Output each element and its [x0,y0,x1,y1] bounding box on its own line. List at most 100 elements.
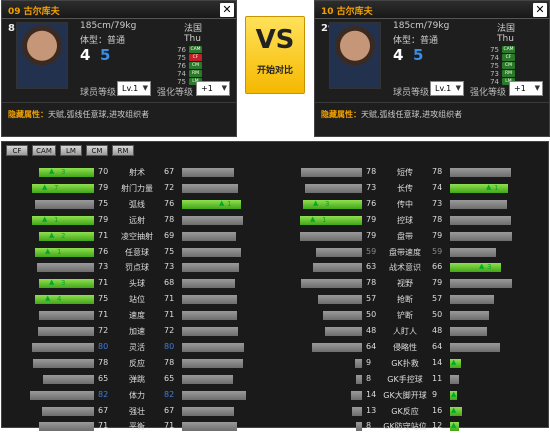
stat-value-left: 75 [98,294,109,304]
stat-value-left: 8 [366,421,372,431]
stat-row: 8 GK手控球 11 [270,374,538,386]
stat-bar-right [450,327,487,336]
stat-value-left: 79 [98,182,109,192]
arrow-up-icon: ▲ [486,182,492,191]
stat-bar-left [312,342,362,352]
stat-row: 14 GK大脚开球 9 ▲ [270,390,538,402]
stat-bar-right: ▲ [450,389,457,400]
stat-bar-right [182,358,243,368]
stat-label: 站位 [129,295,145,305]
stat-label: 速度 [129,311,145,321]
stat-row: 57 抢断 57 [270,294,538,306]
stat-row: 75 弧线 76 ▲ 1 [2,199,270,211]
enhance-level-select[interactable]: +1 ▼ [196,81,230,96]
stat-bar-right [182,231,236,241]
stat-value-left: 78 [366,167,377,176]
stat-row: 73 罚点球 73 [2,262,270,274]
tab-cf[interactable]: CF [6,145,28,156]
tab-cam[interactable]: CAM [32,145,56,156]
stat-label: 铲断 [397,311,413,321]
stat-label: GK扑救 [391,358,419,368]
stat-row: 72 加速 72 [2,326,270,338]
stat-row: 3 ▲ 70 射术 67 [2,167,270,179]
stat-bar-left: 1 ▲ [32,215,94,225]
stat-bar-right [450,215,511,225]
player-level-select[interactable]: Lv.1 ▼ [430,81,464,96]
stat-bar-right [182,247,241,257]
stat-label: 弧线 [129,199,145,209]
stat-bar-right [450,199,507,209]
position-rating: 75 [490,62,499,70]
stat-value-left: 78 [98,357,109,367]
close-icon[interactable]: ✕ [533,3,547,17]
arrow-up-icon: ▲ [451,405,457,414]
stat-label: 加速 [129,327,145,336]
stat-bar-right [450,295,494,305]
stat-value-left: 70 [98,167,109,176]
stat-value-left: 65 [98,373,109,383]
player-name: 10 古尔库夫 [321,7,373,17]
skill-level-skill-moves: 5 [100,46,111,64]
arrow-up-icon: ▲ [451,421,457,430]
position-rating: 76 [177,46,186,54]
stat-value-right: 66 [432,262,443,272]
stat-label: 体力 [129,390,145,400]
hidden-attributes-label: 隐藏属性： [8,110,48,119]
enhance-level-select[interactable]: +1 ▼ [509,81,543,96]
stat-bar-right: ▲ 1 [450,182,508,193]
stat-bar-left [300,231,362,241]
stat-row: 8 GK防守站位 12 ▲ [270,421,538,433]
stat-value-right: 59 [432,246,443,256]
stat-value-left: 48 [366,326,377,335]
stat-value-right: 76 [164,198,175,208]
stat-bar-left [351,390,362,400]
close-icon[interactable]: ✕ [220,3,234,17]
player-level-select[interactable]: Lv.1 ▼ [117,81,151,96]
position-rating: 74 [177,70,186,78]
stat-value-right: 71 [164,421,175,431]
stat-bar-left: 7 ▲ [32,183,94,193]
stat-row: 7 ▲ 79 射门力量 72 [2,183,270,195]
stat-row: 48 人盯人 48 [270,326,538,338]
stat-value-left: 59 [366,246,377,256]
stat-bar-left [33,358,94,368]
tab-lm[interactable]: LM [60,145,82,156]
stat-value-left: 57 [366,294,377,304]
player-photo [329,22,381,89]
stat-value-left: 72 [98,326,109,335]
tab-cm[interactable]: CM [86,145,108,156]
stat-bar-right [450,247,496,257]
nationality: 法国 [184,24,203,34]
tab-rm[interactable]: RM [112,145,134,156]
stat-label: 凌空抽射 [121,231,153,241]
stat-label: 平衡 [129,422,145,432]
stat-row: 50 铲断 50 [270,310,538,322]
start-compare-button[interactable]: VS 开始对比 [245,16,305,94]
stat-bar-right [182,406,234,416]
arrow-up-icon: ▲ [451,389,457,398]
stat-bar-left: 1 ▲ [300,214,362,225]
player-card-right: 10 古尔库夫 ✕ 29 185cm/79kg 体型：普通 法国 Thu 4 5… [314,0,550,137]
stat-value-right: 72 [164,326,175,335]
stat-bar-right [182,390,246,400]
arrow-up-icon: ▲ [49,167,55,175]
stat-value-left: 9 [366,357,372,367]
stat-bar-left [39,422,94,432]
stat-value-left: 13 [366,405,377,415]
arrow-up-icon: ▲ [310,214,316,223]
position-badge: CAM [502,46,515,53]
stat-diff-left: 2 [61,231,66,240]
position-rating: 73 [490,70,499,78]
stat-value-left: 80 [98,341,109,351]
stat-value-left: 73 [98,262,109,272]
stat-bar-right [182,422,237,432]
stat-row: 78 反应 78 [2,358,270,370]
stat-value-right: 14 [432,357,443,367]
stat-bar-left: 2 ▲ [39,231,94,241]
stat-bar-left [316,247,362,257]
body-type: 体型：普通 [393,36,439,46]
stat-value-right: 74 [432,182,443,192]
stat-row: 82 体力 82 [2,390,270,402]
hidden-attributes: 隐藏属性：天赋,弧线任意球,进攻组织者 [321,109,462,120]
arrow-up-icon: ▲ [45,294,51,303]
